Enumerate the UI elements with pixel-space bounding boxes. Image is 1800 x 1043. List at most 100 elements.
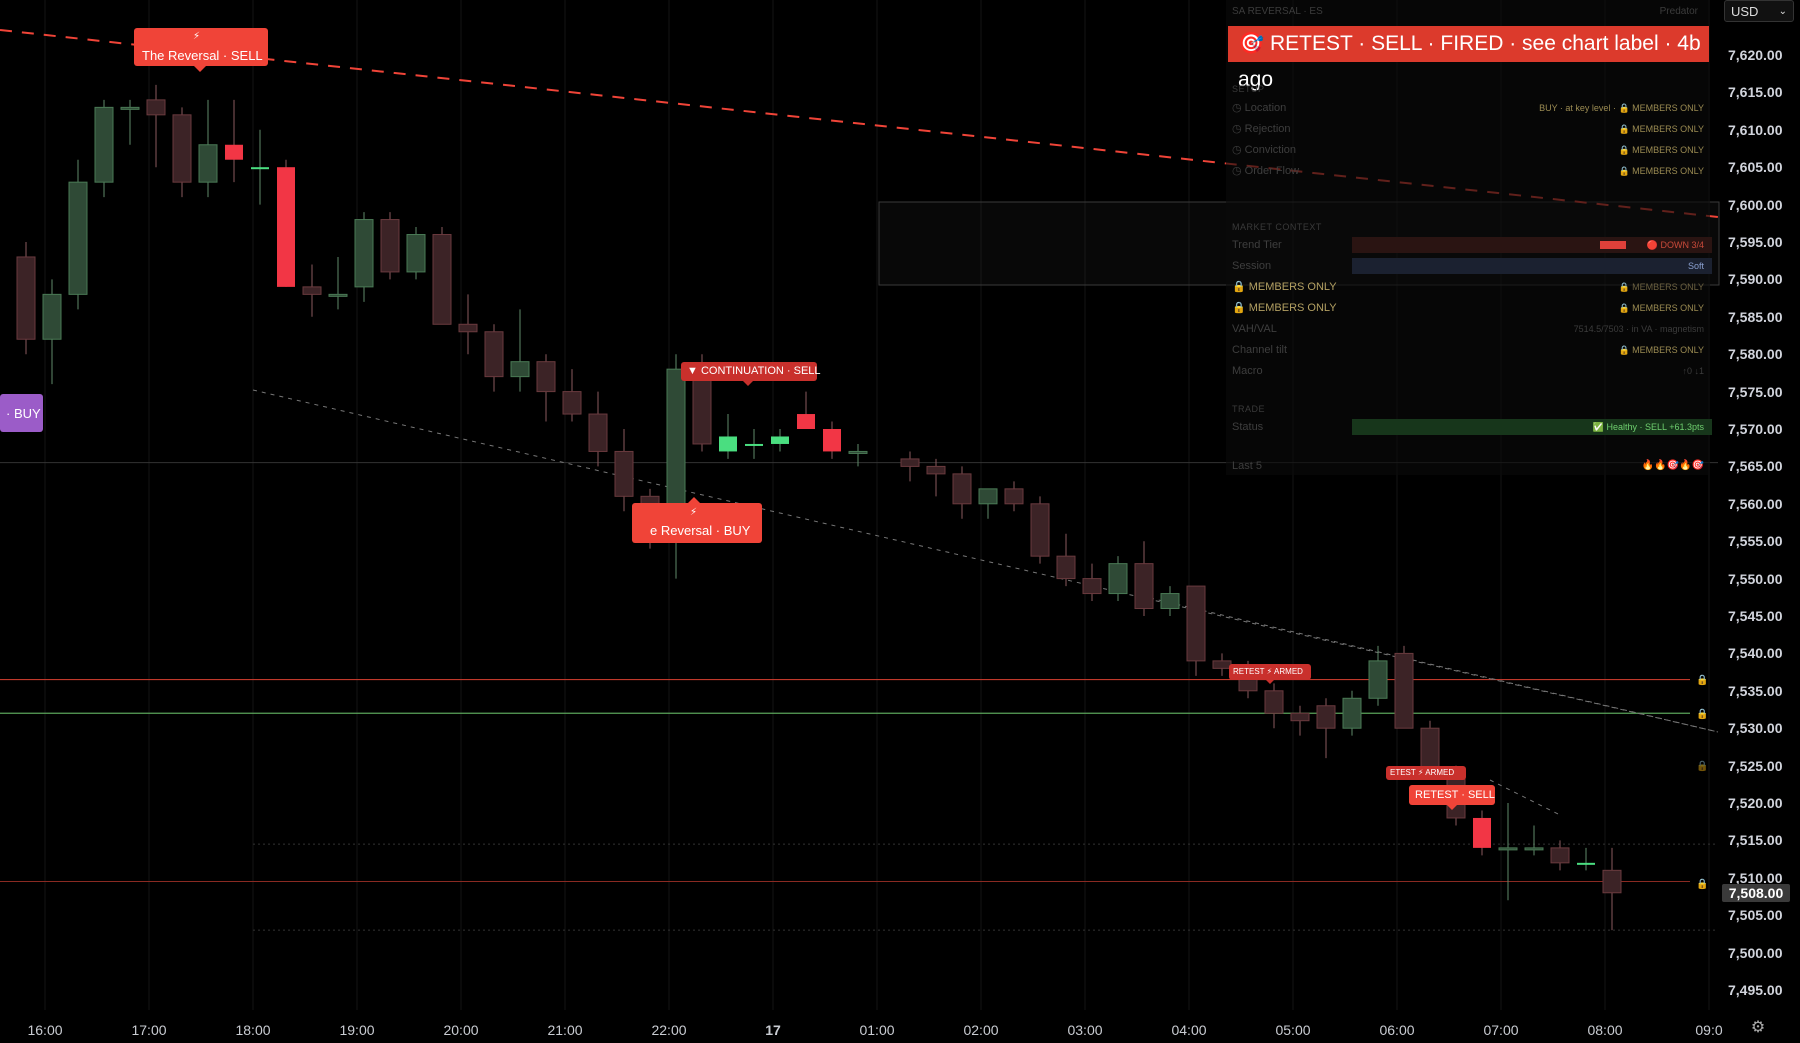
candle-body — [1056, 555, 1076, 580]
candle-body — [900, 458, 920, 467]
setup-row-conviction: ◷ Conviction 🔒 MEMBERS ONLY — [1232, 144, 1704, 156]
candle — [1264, 683, 1284, 729]
market-row-members-1: 🔒 MEMBERS ONLY 🔒 MEMBERS ONLY — [1232, 281, 1704, 293]
candle — [926, 458, 946, 497]
candle — [900, 451, 920, 482]
candle-body — [926, 465, 946, 475]
candle-body — [588, 413, 608, 452]
lock-icon[interactable]: 🔒 — [1696, 709, 1708, 720]
candle-body — [1108, 563, 1128, 595]
candle — [978, 488, 998, 519]
candle — [277, 159, 295, 287]
time-tick-label: 16:00 — [27, 1022, 63, 1038]
label-text: The Reversal · SELL — [142, 48, 263, 63]
lock-icon[interactable]: 🔒 — [1696, 675, 1708, 686]
retest-armed-label-1[interactable]: RETEST ⚡ ARMED — [1229, 664, 1311, 684]
gear-icon[interactable]: ⚙ — [1749, 1019, 1767, 1037]
retest-sell-label[interactable]: RETEST · SELL — [1409, 785, 1495, 810]
candle — [68, 159, 88, 310]
price-tick-label: 7,600.00 — [1728, 196, 1783, 213]
candle — [1316, 698, 1336, 759]
candle — [16, 242, 36, 355]
reversal-buy-label[interactable]: ⚡ e Reversal · BUY — [632, 497, 762, 543]
candle-body — [848, 450, 868, 454]
buy-label-left[interactable]: · BUY — [0, 394, 43, 432]
candle-body — [1524, 847, 1544, 851]
chevron-down-icon: ⌄ — [1778, 6, 1787, 17]
lock-icon[interactable]: 🔒 — [1696, 761, 1708, 772]
candle — [1056, 533, 1076, 587]
candle-body — [120, 106, 140, 110]
price-tick-label: 7,500.00 — [1728, 944, 1783, 961]
trade-section-title: TRADE — [1232, 404, 1266, 414]
candle-body — [719, 436, 737, 452]
candle-body — [1394, 652, 1414, 729]
setup-row-location: ◷ Location BUY · at key level · 🔒 MEMBERS… — [1232, 102, 1704, 114]
candle-body — [354, 219, 374, 288]
price-tick-label: 7,560.00 — [1728, 495, 1783, 512]
candle-body — [745, 443, 763, 446]
price-tick-label: 7,585.00 — [1728, 308, 1783, 325]
candle — [432, 227, 452, 325]
current-price-label: 7,508.00 — [1722, 884, 1790, 902]
price-tick-label: 7,535.00 — [1728, 682, 1783, 699]
label-text: RETEST ⚡ ARMED — [1233, 667, 1303, 676]
price-tick-label: 7,540.00 — [1728, 645, 1783, 662]
continuation-sell-label[interactable]: ▼ CONTINUATION · SELL — [681, 362, 821, 386]
price-tick-label: 7,570.00 — [1728, 421, 1783, 437]
candle-body — [1473, 817, 1491, 848]
candle — [510, 309, 530, 392]
candle — [1186, 585, 1206, 676]
time-axis[interactable]: 16:00 17:00 18:00 19:00 20:00 21:00 22:00 17 01:… — [0, 1010, 1722, 1043]
candle — [666, 354, 686, 579]
lightning-icon: ⚡ — [690, 507, 698, 518]
panel-header: SA REVERSAL · ES Predator — [1232, 6, 1702, 18]
candle-body — [952, 473, 972, 505]
candle-body — [1342, 697, 1362, 729]
price-tick-label: 7,555.00 — [1728, 533, 1783, 550]
candle — [1108, 556, 1128, 602]
candle-body — [1264, 690, 1284, 714]
price-tick-label: 7,580.00 — [1728, 346, 1783, 363]
time-tick-label: 17:00 — [131, 1022, 167, 1038]
candle — [1577, 847, 1595, 871]
setup-section-title: SETUP — [1232, 84, 1265, 94]
market-row-session: Session Soft — [1232, 257, 1712, 275]
lightning-icon: ⚡ — [193, 31, 201, 42]
price-axis[interactable]: 7,620.00 7,615.00 7,610.00 7,605.00 7,600.00… — [1718, 0, 1800, 1010]
candle — [1602, 847, 1622, 931]
price-tick-label: 7,575.00 — [1728, 383, 1783, 400]
candle — [120, 99, 140, 145]
candle-body — [484, 331, 504, 378]
candle — [406, 227, 426, 280]
candle-body — [458, 323, 478, 333]
price-tick-label: 7,615.00 — [1728, 84, 1783, 101]
clock-icon: ◷ — [1232, 123, 1245, 135]
candle — [1134, 541, 1154, 616]
candle — [1498, 803, 1518, 901]
candle — [328, 256, 348, 310]
candle-body — [614, 450, 634, 497]
lock-icon[interactable]: 🔒 — [1696, 879, 1708, 890]
candle — [198, 99, 218, 198]
trade-row-last5: Last 5 🔥🔥🎯🔥🎯 — [1232, 460, 1704, 472]
time-tick-label: 06:00 — [1379, 1022, 1415, 1038]
time-tick-label: 03:00 — [1067, 1022, 1103, 1038]
price-tick-label: 7,545.00 — [1728, 608, 1783, 624]
label-text: · BUY — [6, 406, 41, 421]
price-tick-label: 7,595.00 — [1728, 234, 1783, 250]
candle-body — [1030, 503, 1050, 557]
price-tick-label: 7,610.00 — [1728, 121, 1783, 138]
market-row-trend-tier: Trend Tier 🔴 DOWN 3/4 — [1232, 236, 1712, 254]
candle-body — [1577, 862, 1595, 865]
currency-select[interactable]: USD ⌄ — [1724, 0, 1794, 22]
candle — [1342, 690, 1362, 736]
candle — [1004, 481, 1024, 512]
candle — [719, 414, 737, 459]
candle — [536, 354, 556, 422]
retest-armed-label-2[interactable]: ETEST ⚡ ARMED — [1386, 766, 1466, 780]
price-tick-label: 7,525.00 — [1728, 757, 1783, 774]
reversal-sell-label[interactable]: ⚡ The Reversal · SELL — [134, 28, 268, 72]
time-tick-label: 17 — [765, 1022, 781, 1038]
candle — [562, 369, 582, 422]
